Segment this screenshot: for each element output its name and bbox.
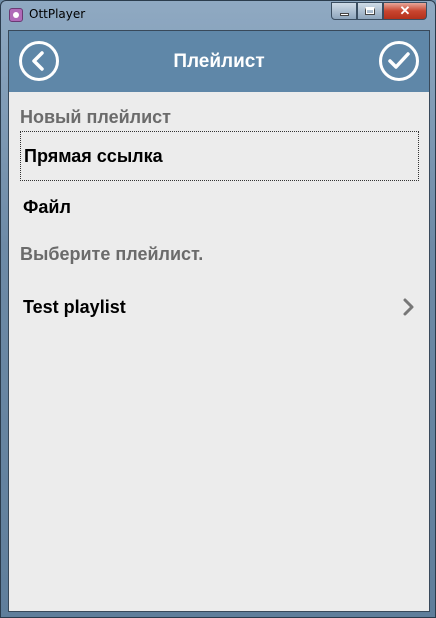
new-playlist-label: Новый плейлист [20, 107, 171, 127]
file-option[interactable]: Файл [20, 182, 419, 232]
confirm-button[interactable] [379, 41, 419, 81]
playlist-item-label: Test playlist [23, 296, 126, 317]
maximize-icon [365, 7, 375, 15]
client-area: Плейлист Новый плейлист Прямая ссылка Фа… [8, 30, 430, 612]
maximize-button[interactable] [357, 2, 383, 20]
app-icon [9, 8, 23, 22]
direct-link-label: Прямая ссылка [24, 145, 163, 166]
minimize-icon [339, 12, 349, 16]
app-header: Плейлист [9, 31, 429, 92]
close-icon: ✕ [399, 3, 411, 18]
chevron-right-icon [403, 298, 414, 316]
minimize-button[interactable] [331, 2, 357, 20]
app-window: OttPlayer ✕ Плейлист Новый плейлист Прям… [0, 0, 436, 618]
window-controls: ✕ [331, 2, 427, 20]
window-title: OttPlayer [29, 7, 86, 21]
file-label: Файл [23, 196, 71, 217]
playlist-item[interactable]: Test playlist [20, 282, 418, 332]
direct-link-option[interactable]: Прямая ссылка [20, 131, 419, 181]
close-button[interactable]: ✕ [383, 2, 427, 20]
choose-playlist-label: Выберите плейлист. [20, 244, 204, 264]
page-title: Плейлист [173, 51, 265, 72]
check-icon [388, 52, 410, 69]
window-titlebar[interactable]: OttPlayer ✕ [1, 1, 435, 29]
